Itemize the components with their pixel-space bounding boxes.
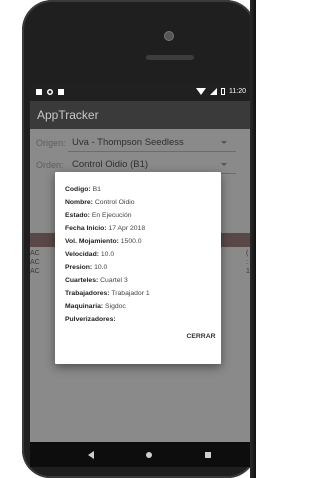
list-item-edge: : (246, 259, 248, 266)
detail-maquinaria: Maquinaria: Sigdoc (65, 303, 126, 310)
orden-value[interactable]: Control Oidio (B1) (72, 159, 148, 170)
list-item-edge: 1 (246, 268, 250, 275)
detail-codigo: Codigo: B1 (65, 186, 101, 193)
orden-label: Orden: (36, 160, 64, 170)
detail-velocidad: Velocidad: 10.0 (65, 251, 115, 258)
notification-icon (36, 89, 42, 95)
navigation-bar (30, 442, 250, 467)
origen-dropdown-icon[interactable] (221, 141, 227, 144)
detail-nombre: Nombre: Control Oidio (65, 199, 135, 206)
sync-icon (47, 89, 53, 95)
detail-vol-mojamiento: Vol. Mojamiento: 1500.0 (65, 238, 142, 245)
detail-pulverizadores: Pulverizadores: (65, 316, 116, 323)
orden-detail-dialog: Codigo: B1 Nombre: Control Oidio Estado:… (55, 172, 221, 364)
detail-trabajadores: Trabajadores: Trabajador 1 (65, 290, 150, 297)
list-item: AC (30, 259, 40, 266)
detail-estado: Estado: En Ejecución (65, 212, 132, 219)
back-icon[interactable] (88, 451, 94, 459)
list-item-edge: ( (246, 250, 249, 257)
status-bar: 11:20 (30, 85, 250, 101)
origen-value[interactable]: Uva - Thompson Seedless (72, 137, 184, 148)
earpiece-speaker (146, 55, 194, 60)
signal-icon (210, 88, 217, 95)
detail-cuarteles: Cuarteles: Cuartel 3 (65, 277, 128, 284)
app-bar: AppTracker (30, 101, 250, 129)
battery-icon (221, 88, 225, 95)
status-time: 11:20 (229, 88, 246, 95)
recent-apps-icon[interactable] (205, 452, 211, 458)
home-icon[interactable] (146, 452, 152, 458)
list-item: AC (30, 268, 40, 275)
wifi-icon (196, 88, 206, 95)
close-button[interactable]: CERRAR (185, 328, 217, 344)
orden-dropdown-icon[interactable] (221, 163, 227, 166)
phone-screen: 11:20 AppTracker Origen: Uva - Thompson … (30, 85, 250, 467)
sd-card-icon (58, 89, 64, 95)
origen-spinner[interactable]: Origen: Uva - Thompson Seedless (30, 132, 250, 154)
list-item: AC (30, 250, 40, 257)
detail-fecha-inicio: Fecha Inicio: 17 Apr 2018 (65, 225, 146, 232)
front-camera (165, 32, 173, 40)
detail-presion: Presion: 10.0 (65, 264, 108, 271)
phone-edge (250, 0, 256, 478)
origen-label: Origen: (36, 138, 66, 148)
origen-underline (68, 151, 236, 152)
app-title: AppTracker (37, 108, 99, 122)
